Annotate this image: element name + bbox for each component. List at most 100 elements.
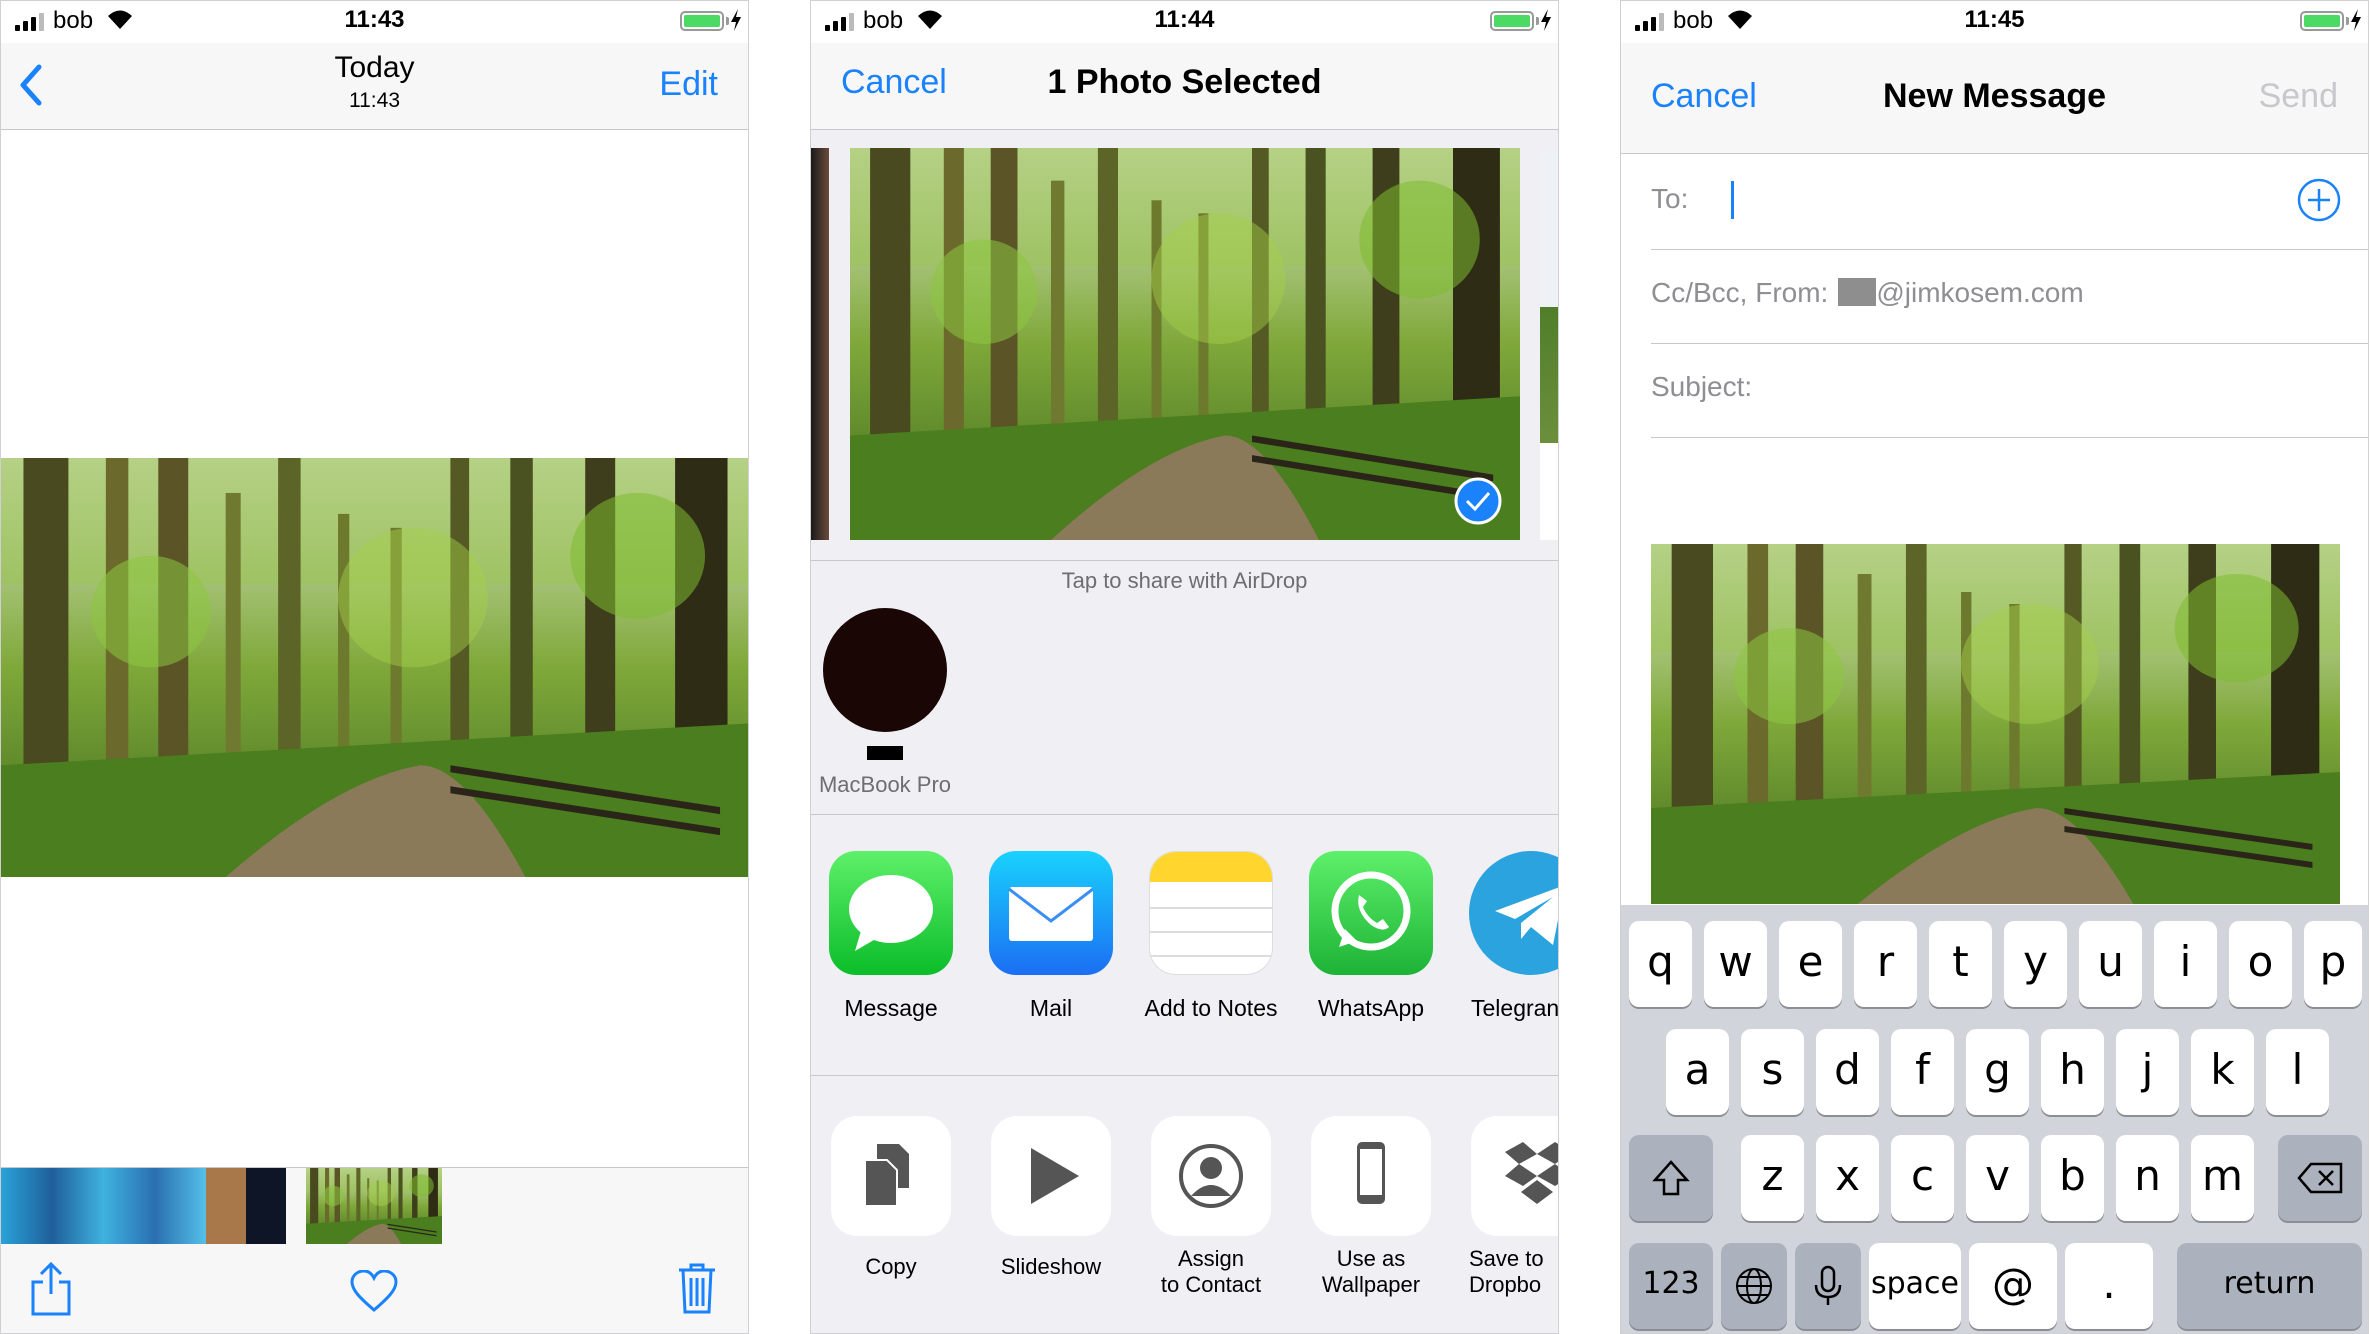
key[interactable]: t bbox=[1929, 921, 1992, 1007]
battery-icon bbox=[2300, 11, 2344, 31]
whatsapp-icon bbox=[1309, 851, 1433, 975]
space-key[interactable]: space bbox=[1869, 1243, 1961, 1329]
selected-photo[interactable] bbox=[850, 148, 1520, 540]
subject-field[interactable]: Subject: bbox=[1651, 343, 2368, 438]
action-label: Assign to Contact bbox=[1160, 1246, 1262, 1297]
charging-icon bbox=[2351, 9, 2361, 31]
to-label: To: bbox=[1651, 183, 1689, 214]
bottom-toolbar bbox=[1, 1167, 748, 1333]
key[interactable]: x bbox=[1816, 1135, 1879, 1221]
charging-icon bbox=[731, 9, 741, 31]
checkmark-icon bbox=[1454, 477, 1502, 525]
dot-key[interactable]: . bbox=[2065, 1243, 2153, 1329]
forest-photo[interactable] bbox=[1, 458, 749, 877]
to-field[interactable]: To: bbox=[1651, 155, 2368, 250]
app-telegram[interactable]: Telegran bbox=[1451, 851, 1558, 1022]
dropbox-icon bbox=[1471, 1116, 1558, 1236]
status-time: 11:44 bbox=[1154, 6, 1215, 33]
key[interactable]: i bbox=[2154, 921, 2217, 1007]
messages-icon bbox=[829, 851, 953, 975]
photo-viewer-screen: bob 11:43 Today 11:43 Edit bbox=[0, 0, 749, 1334]
action-dropbox[interactable]: Save to Dropbo bbox=[1451, 1116, 1558, 1298]
numbers-key[interactable]: 123 bbox=[1629, 1243, 1713, 1329]
share-sheet: Tap to share with AirDrop MacBook Pro Me… bbox=[811, 130, 1558, 1333]
app-notes[interactable]: Add to Notes bbox=[1131, 851, 1291, 1022]
key[interactable]: m bbox=[2191, 1135, 2254, 1221]
share-sheet-screen: bob 11:44 Cancel 1 Photo Selected Tap to… bbox=[810, 0, 1559, 1334]
action-wallpaper[interactable]: Use as Wallpaper bbox=[1291, 1116, 1451, 1298]
new-message-screen: bob 11:45 Cancel New Message Send To: Cc… bbox=[1620, 0, 2369, 1334]
action-label: Use as Wallpaper bbox=[1321, 1246, 1421, 1297]
at-key[interactable]: @ bbox=[1969, 1243, 2057, 1329]
key[interactable]: o bbox=[2229, 921, 2292, 1007]
key[interactable]: c bbox=[1891, 1135, 1954, 1221]
ccbcc-label: Cc/Bcc, From: bbox=[1651, 277, 1829, 308]
attached-photo[interactable] bbox=[1651, 544, 2340, 904]
navigation-bar: Today 11:43 Edit bbox=[1, 43, 748, 130]
redacted-device-owner bbox=[867, 746, 903, 760]
action-slideshow[interactable]: Slideshow bbox=[971, 1116, 1131, 1280]
navigation-bar: Cancel New Message Send bbox=[1621, 43, 2368, 154]
key[interactable]: z bbox=[1741, 1135, 1804, 1221]
action-assign-contact[interactable]: Assign to Contact bbox=[1131, 1116, 1291, 1298]
thumbnail[interactable] bbox=[246, 1168, 286, 1244]
shift-icon bbox=[1652, 1160, 1690, 1196]
edit-button[interactable]: Edit bbox=[659, 65, 718, 104]
ccbcc-from-field[interactable]: Cc/Bcc, From: @jimkosem.com bbox=[1651, 249, 2368, 344]
trash-icon[interactable] bbox=[677, 1262, 717, 1314]
airdrop-device-avatar[interactable] bbox=[823, 608, 947, 732]
delete-key[interactable] bbox=[2278, 1135, 2362, 1221]
return-key[interactable]: return bbox=[2177, 1243, 2362, 1329]
key[interactable]: r bbox=[1854, 921, 1917, 1007]
battery-icon bbox=[1490, 11, 1534, 31]
app-mail[interactable]: Mail bbox=[971, 851, 1131, 1022]
thumbnail[interactable] bbox=[1, 1168, 206, 1244]
backspace-icon bbox=[2297, 1162, 2343, 1194]
key[interactable]: g bbox=[1966, 1029, 2029, 1115]
app-message[interactable]: Message bbox=[811, 851, 971, 1022]
contact-icon bbox=[1151, 1116, 1271, 1236]
microphone-icon bbox=[1814, 1265, 1842, 1305]
key[interactable]: y bbox=[2004, 921, 2067, 1007]
add-contact-icon[interactable] bbox=[2296, 177, 2342, 223]
globe-key[interactable] bbox=[1721, 1243, 1787, 1329]
copy-icon bbox=[831, 1116, 951, 1236]
photo-preview-next[interactable] bbox=[1540, 152, 1558, 540]
key[interactable]: f bbox=[1891, 1029, 1954, 1115]
share-actions-row: Copy Slideshow Assign to Contact Use as Wa… bbox=[811, 1076, 1558, 1333]
shift-key[interactable] bbox=[1629, 1135, 1713, 1221]
key[interactable]: b bbox=[2041, 1135, 2104, 1221]
key[interactable]: h bbox=[2041, 1029, 2104, 1115]
app-label: Mail bbox=[1029, 995, 1073, 1021]
action-copy[interactable]: Copy bbox=[811, 1116, 971, 1280]
key[interactable]: d bbox=[1816, 1029, 1879, 1115]
key[interactable]: n bbox=[2116, 1135, 2179, 1221]
key[interactable]: q bbox=[1629, 921, 1692, 1007]
redacted-email-user bbox=[1838, 278, 1877, 306]
action-label: Copy bbox=[865, 1254, 917, 1279]
status-bar: bob 11:43 bbox=[1, 1, 748, 43]
thumbnail[interactable] bbox=[206, 1168, 246, 1244]
status-time: 11:43 bbox=[344, 6, 405, 33]
share-icon[interactable] bbox=[29, 1260, 73, 1316]
key[interactable]: w bbox=[1704, 921, 1767, 1007]
play-icon bbox=[991, 1116, 1111, 1236]
key[interactable]: s bbox=[1741, 1029, 1804, 1115]
key[interactable]: a bbox=[1666, 1029, 1729, 1115]
key[interactable]: e bbox=[1779, 921, 1842, 1007]
key[interactable]: j bbox=[2116, 1029, 2179, 1115]
dictation-key[interactable] bbox=[1795, 1243, 1861, 1329]
heart-icon[interactable] bbox=[350, 1270, 398, 1312]
key[interactable]: v bbox=[1966, 1135, 2029, 1221]
send-button[interactable]: Send bbox=[2259, 77, 2338, 116]
thumbnail-selected[interactable] bbox=[306, 1168, 442, 1244]
key[interactable]: p bbox=[2304, 921, 2362, 1007]
key[interactable]: l bbox=[2266, 1029, 2329, 1115]
photo-preview-previous[interactable] bbox=[811, 148, 829, 540]
text-cursor bbox=[1731, 181, 1734, 219]
subject-label: Subject: bbox=[1651, 371, 1753, 402]
key[interactable]: u bbox=[2079, 921, 2142, 1007]
app-whatsapp[interactable]: WhatsApp bbox=[1291, 851, 1451, 1022]
key[interactable]: k bbox=[2191, 1029, 2254, 1115]
phone-icon bbox=[1311, 1116, 1431, 1236]
